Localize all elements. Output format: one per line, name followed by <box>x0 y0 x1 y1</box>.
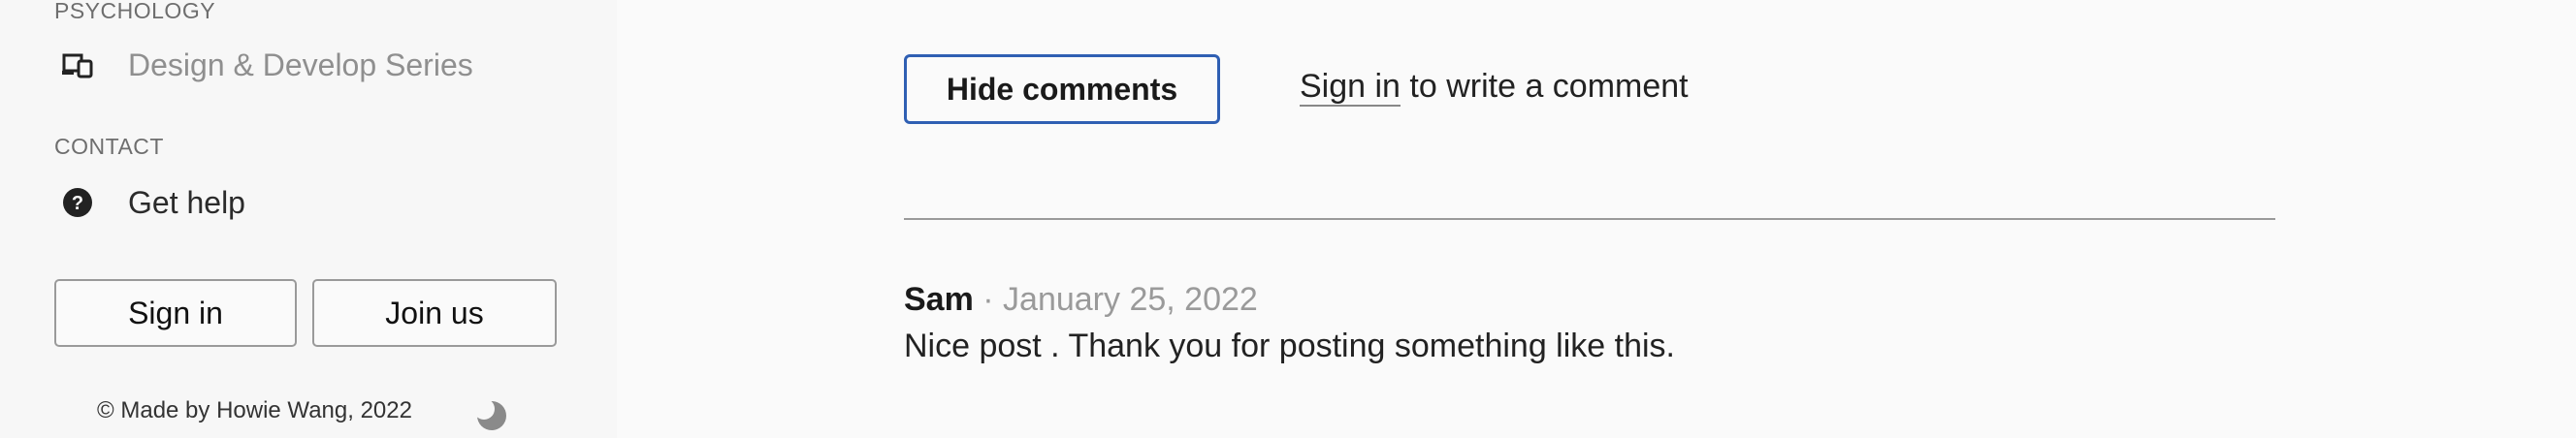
sign-in-button[interactable]: Sign in <box>54 279 297 347</box>
moon-icon[interactable] <box>473 398 508 432</box>
sign-in-suffix: to write a comment <box>1409 68 1689 105</box>
page: PSYCHOLOGY Design & Develop Series CONTA… <box>0 0 2576 438</box>
comment-author: Sam <box>904 281 974 318</box>
sign-in-link[interactable]: Sign in <box>1300 68 1401 107</box>
question-circle-icon: ? <box>62 179 109 226</box>
sidebar-item-label: Design & Develop Series <box>128 47 473 82</box>
sidebar-item-get-help[interactable]: ? Get help <box>54 178 245 227</box>
footer-copyright: © Made by Howie Wang, 2022 <box>97 397 412 423</box>
sidebar: PSYCHOLOGY Design & Develop Series CONTA… <box>0 0 617 438</box>
comment-date: · January 25, 2022 <box>982 281 1258 318</box>
join-us-button[interactable]: Join us <box>312 279 557 347</box>
comment-meta: Sam · January 25, 2022 <box>904 281 1258 319</box>
sidebar-item-label: Get help <box>128 184 245 220</box>
main-content: Hide comments Sign in to write a comment… <box>617 0 2576 438</box>
comment-text: Nice post . Thank you for posting someth… <box>904 328 1675 364</box>
section-label-contact: CONTACT <box>54 134 164 159</box>
section-label-psychology: PSYCHOLOGY <box>54 0 216 23</box>
svg-text:?: ? <box>72 193 83 214</box>
divider <box>904 218 2275 220</box>
hide-comments-button[interactable]: Hide comments <box>904 54 1220 124</box>
devices-icon <box>62 42 109 88</box>
sign-in-prompt: Sign in to write a comment <box>1300 68 1689 107</box>
sidebar-item-design-develop[interactable]: Design & Develop Series <box>54 41 473 89</box>
